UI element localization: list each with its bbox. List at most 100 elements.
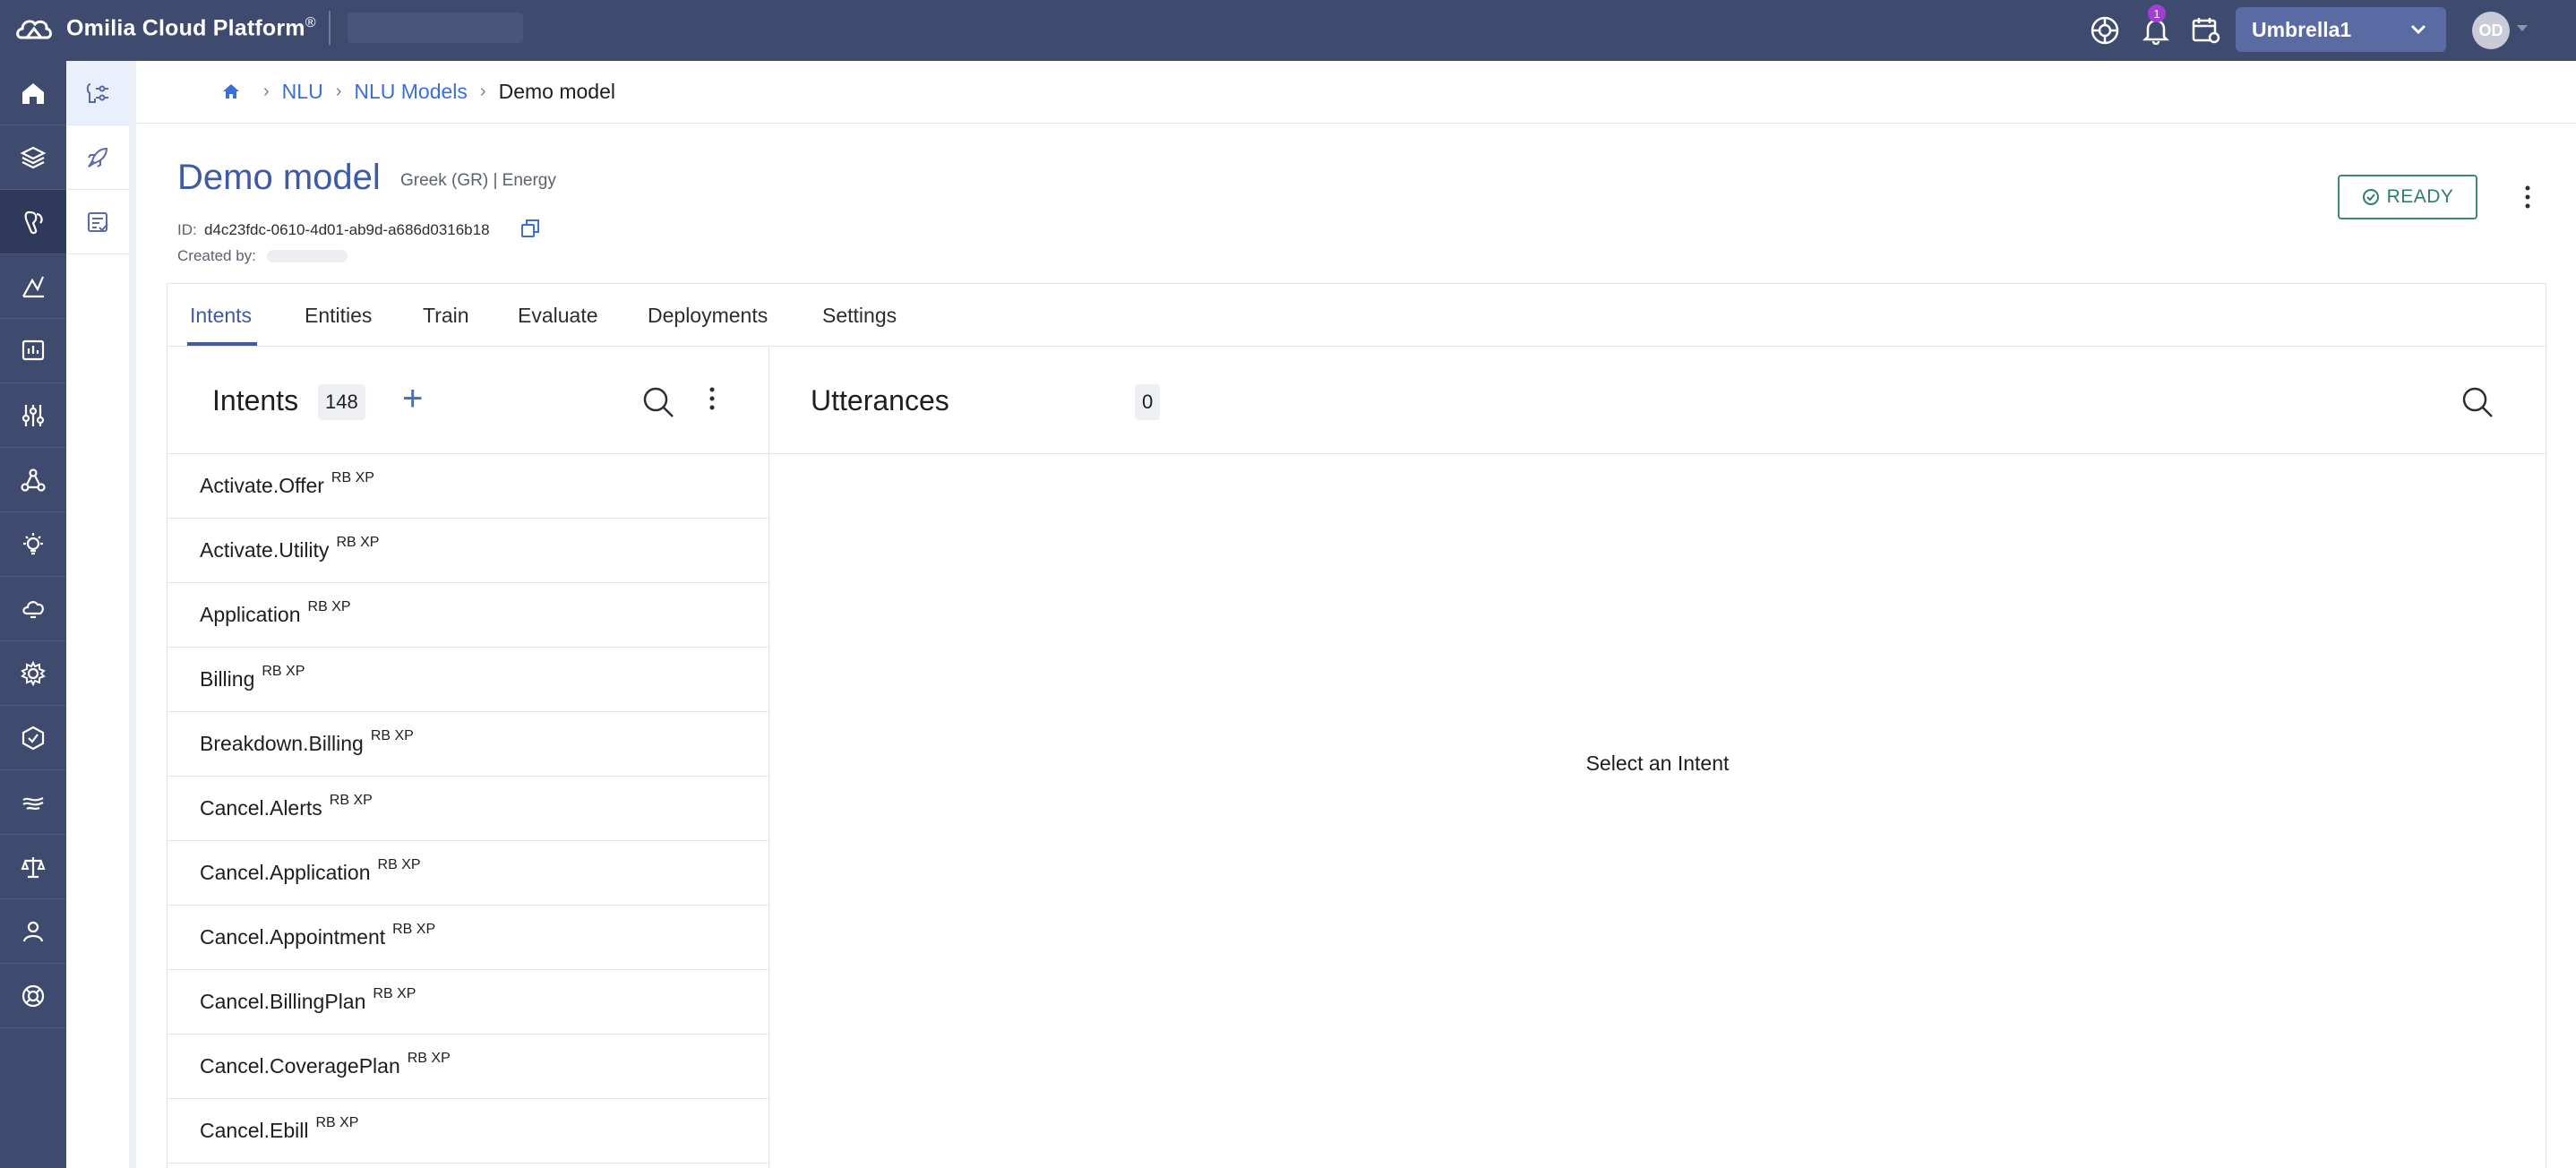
check-circle-icon	[2362, 189, 2379, 205]
created-by-redacted	[267, 250, 348, 262]
nlu-sub-nav	[66, 61, 136, 1168]
list-item[interactable]: Cancel.Appointment RB XP	[167, 906, 769, 970]
lifebuoy-icon[interactable]	[0, 964, 66, 1028]
more-options-icon[interactable]	[2519, 181, 2537, 213]
model-id: d4c23fdc-0610-4d01-ab9d-a686d0316b18	[204, 221, 490, 238]
intent-name: Cancel.BillingPlan	[200, 990, 366, 1013]
utterances-header: Utterances 0	[769, 347, 2546, 454]
organization-select[interactable]: Umbrella1	[2236, 7, 2446, 52]
model-id-label: ID:	[177, 221, 197, 238]
list-item[interactable]: Breakdown.Billing RB XP	[167, 712, 769, 777]
breadcrumb-separator: ›	[479, 82, 486, 101]
intent-name: Cancel.Application	[200, 861, 371, 884]
analytics-icon[interactable]	[0, 319, 66, 383]
copy-icon[interactable]	[519, 218, 541, 239]
intent-name: Billing	[200, 667, 255, 691]
network-icon[interactable]	[0, 448, 66, 512]
chevron-down-icon	[2410, 24, 2426, 35]
list-item[interactable]: Activate.Utility RB XP	[167, 519, 769, 583]
home-icon[interactable]	[0, 61, 66, 125]
redacted-field	[348, 13, 523, 43]
topbar-divider	[329, 11, 331, 45]
created-by-label: Created by:	[177, 247, 256, 264]
intent-tags: RB XP	[315, 1114, 359, 1130]
home-icon[interactable]	[222, 82, 240, 100]
tab-settings[interactable]: Settings	[822, 304, 897, 328]
active-tab-indicator	[187, 342, 257, 346]
intent-tags: RB XP	[331, 469, 374, 485]
list-item[interactable]: Application RB XP	[167, 583, 769, 648]
models-icon[interactable]	[66, 61, 129, 125]
list-item[interactable]: Cancel.CoveragePlan RB XP	[167, 1035, 769, 1099]
intents-header: Intents 148 +	[167, 347, 769, 454]
speech-icon[interactable]	[0, 770, 66, 835]
calendar-settings-icon[interactable]	[2187, 12, 2225, 49]
list-item[interactable]: Cancel.BillingPlan RB XP	[167, 970, 769, 1035]
list-item[interactable]: Cancel.Alerts RB XP	[167, 777, 769, 841]
intent-tags: RB XP	[377, 856, 421, 872]
breadcrumb-separator: ›	[335, 82, 342, 101]
intent-name: Cancel.Appointment	[200, 925, 386, 949]
app-title[interactable]: Omilia Cloud Platform®	[66, 15, 316, 41]
breadcrumb-separator: ›	[263, 82, 270, 101]
search-icon[interactable]	[640, 384, 676, 420]
notification-badge: 1	[2148, 4, 2166, 22]
intent-tags: RB XP	[373, 985, 416, 1001]
cloud-icon[interactable]	[0, 577, 66, 641]
status-badge[interactable]: READY	[2338, 175, 2477, 219]
gear-icon[interactable]	[0, 641, 66, 706]
routing-icon[interactable]	[0, 254, 66, 319]
intent-name: Activate.Offer	[200, 474, 324, 497]
intents-pane: Intents 148 + Activate.Offer RB XP Activa…	[167, 347, 769, 1168]
intents-title: Intents	[212, 384, 299, 417]
tab-entities[interactable]: Entities	[305, 304, 372, 328]
user-icon[interactable]	[0, 899, 66, 964]
search-icon[interactable]	[2460, 384, 2495, 420]
avatar[interactable]: OD	[2472, 12, 2510, 49]
breadcrumb: › NLU › NLU Models › Demo model	[136, 61, 2576, 124]
empty-state-message: Select an Intent	[1585, 751, 1730, 775]
sliders-icon[interactable]	[0, 383, 66, 448]
list-item[interactable]: Activate.Offer RB XP	[167, 454, 769, 519]
tab-evaluate[interactable]: Evaluate	[518, 304, 598, 328]
intents-count: 148	[318, 384, 365, 420]
model-language-domain: Greek (GR) | Energy	[400, 171, 556, 190]
list-item[interactable]: Cancel.Application RB XP	[167, 841, 769, 906]
intent-tags: RB XP	[262, 663, 305, 679]
omilia-logo-icon[interactable]	[14, 14, 54, 47]
intent-name: Breakdown.Billing	[200, 732, 364, 755]
intent-tags: RB XP	[307, 598, 351, 614]
intent-name: Activate.Utility	[200, 538, 330, 562]
main-nav-rail	[0, 61, 66, 1168]
intent-name: Cancel.CoveragePlan	[200, 1054, 400, 1078]
breadcrumb-link-nlu[interactable]: NLU	[282, 80, 323, 104]
page-title: Demo model	[177, 158, 381, 197]
layers-icon[interactable]	[0, 125, 66, 190]
shield-icon[interactable]	[0, 706, 66, 770]
list-item[interactable]: Cancel.Ebill RB XP	[167, 1099, 769, 1164]
status-label: READY	[2386, 186, 2454, 207]
top-bar: Omilia Cloud Platform® 1 Umbrella1 OD	[0, 0, 2576, 61]
tab-intents[interactable]: Intents	[190, 304, 252, 328]
breadcrumb-current: Demo model	[498, 80, 615, 103]
nlu-icon[interactable]	[0, 190, 66, 254]
help-wheel-icon[interactable]	[2086, 12, 2124, 49]
organization-name: Umbrella1	[2252, 17, 2352, 41]
tab-deployments[interactable]: Deployments	[648, 304, 768, 328]
add-intent-button[interactable]: +	[402, 381, 423, 417]
scale-icon[interactable]	[0, 835, 66, 899]
bulb-icon[interactable]	[0, 512, 66, 577]
intent-tags: RB XP	[336, 534, 380, 550]
breadcrumb-link-nlu-models[interactable]: NLU Models	[354, 80, 468, 104]
intent-name: Cancel.Ebill	[200, 1119, 309, 1142]
tab-train[interactable]: Train	[423, 304, 469, 328]
avatar-chevron-icon[interactable]	[2517, 25, 2528, 31]
intent-name: Cancel.Alerts	[200, 796, 322, 820]
more-options-icon[interactable]	[705, 384, 719, 415]
checklist-icon[interactable]	[66, 190, 129, 254]
intent-tags: RB XP	[407, 1050, 451, 1066]
list-item[interactable]: Billing RB XP	[167, 648, 769, 712]
rocket-icon[interactable]	[66, 125, 129, 190]
tab-bar: Intents Entities Train Evaluate Deployme…	[167, 284, 2546, 347]
intent-tags: RB XP	[329, 792, 373, 808]
